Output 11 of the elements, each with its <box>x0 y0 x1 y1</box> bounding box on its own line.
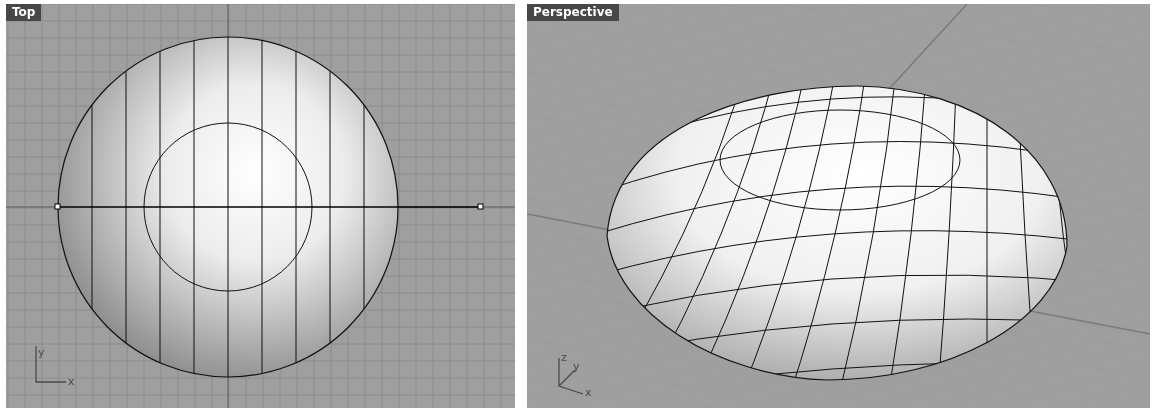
axis-icon <box>35 345 67 383</box>
axis-icon <box>558 357 584 395</box>
axis-label: y <box>573 360 580 373</box>
axis-label: z <box>561 351 567 364</box>
viewport-title[interactable]: Perspective <box>527 4 619 21</box>
viewport[interactable]: Perspective z y x <box>527 4 1150 408</box>
axis-label: y <box>38 346 45 359</box>
axis-label: x <box>68 375 75 388</box>
viewport-title[interactable]: Top <box>6 4 42 21</box>
viewport[interactable]: Top y x <box>6 4 515 408</box>
axis-label: x <box>585 386 592 399</box>
